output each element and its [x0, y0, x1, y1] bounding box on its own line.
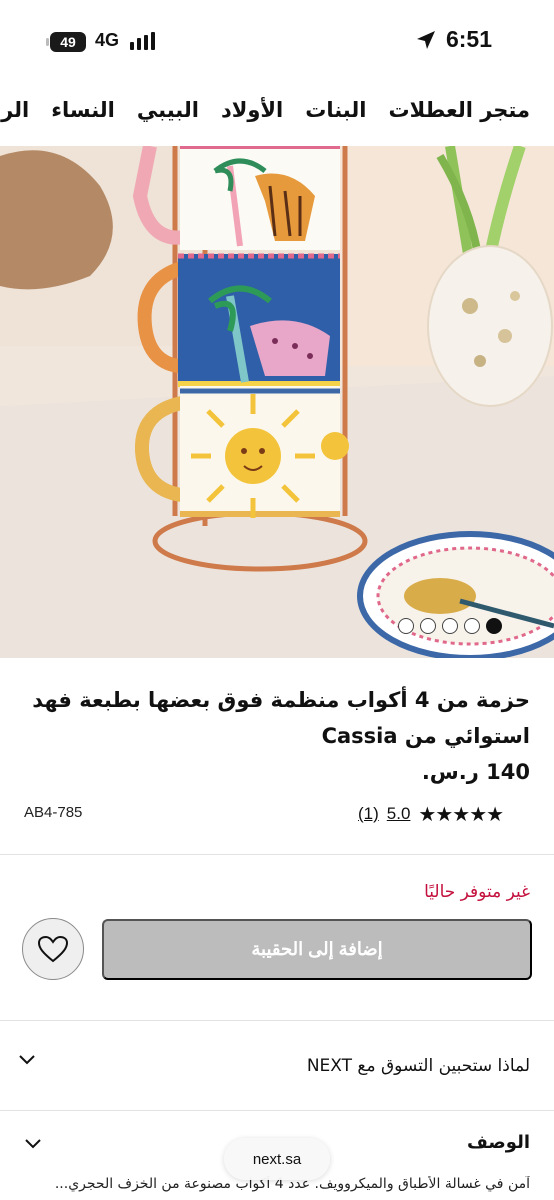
location-arrow-icon	[417, 31, 435, 49]
product-price: 140 ر.س.	[421, 760, 530, 784]
product-sku: AB4-785	[24, 804, 83, 821]
browser-url-bar[interactable]: next.sa	[224, 1138, 330, 1180]
star-rating-icon: ★★★★★	[418, 802, 504, 826]
why-shop-label: لماذا ستحبين التسوق مع NEXT	[306, 1056, 530, 1076]
category-item[interactable]: الرجال	[0, 98, 29, 122]
status-bar: 49 4G 6:51	[0, 0, 554, 72]
product-image-carousel[interactable]	[0, 146, 554, 658]
category-item[interactable]: البنات	[305, 98, 366, 122]
rating-score[interactable]: 5.0	[387, 804, 411, 824]
review-count[interactable]: (1)	[358, 804, 379, 824]
carousel-dot[interactable]	[398, 618, 414, 634]
chevron-down-icon	[25, 1139, 41, 1149]
stock-status: غير متوفر حاليًا	[424, 882, 530, 902]
category-item[interactable]: متجر العطلات	[388, 98, 530, 122]
signal-icon	[130, 32, 158, 50]
add-to-bag-button[interactable]: إضافة إلى الحقيبة	[102, 919, 532, 980]
product-rating[interactable]: (1) 5.0 ★★★★★	[358, 802, 504, 826]
divider	[0, 854, 554, 855]
carousel-dot[interactable]	[486, 618, 502, 634]
heart-icon	[37, 935, 69, 963]
favourite-button[interactable]	[22, 918, 84, 980]
why-shop-accordion[interactable]: لماذا ستحبين التسوق مع NEXT	[0, 1020, 554, 1110]
category-item[interactable]: الأولاد	[221, 98, 283, 122]
product-title: حزمة من 4 أكواب منظمة فوق بعضها بطبعة فه…	[32, 688, 530, 748]
category-item[interactable]: النساء	[51, 98, 115, 122]
carousel-dot[interactable]	[464, 618, 480, 634]
carousel-dot[interactable]	[420, 618, 436, 634]
category-item[interactable]: البيبي	[137, 98, 199, 122]
description-title: الوصف	[466, 1132, 530, 1153]
battery-indicator: 49	[46, 32, 86, 52]
category-nav: متجر العطلات البنات الأولاد البيبي النساء الر…	[0, 88, 554, 138]
network-type: 4G	[95, 30, 120, 50]
carousel-dot[interactable]	[442, 618, 458, 634]
chevron-down-icon	[19, 1055, 35, 1065]
product-photo	[0, 146, 554, 658]
clock: 6:51	[445, 26, 492, 52]
carousel-dots	[398, 618, 502, 634]
